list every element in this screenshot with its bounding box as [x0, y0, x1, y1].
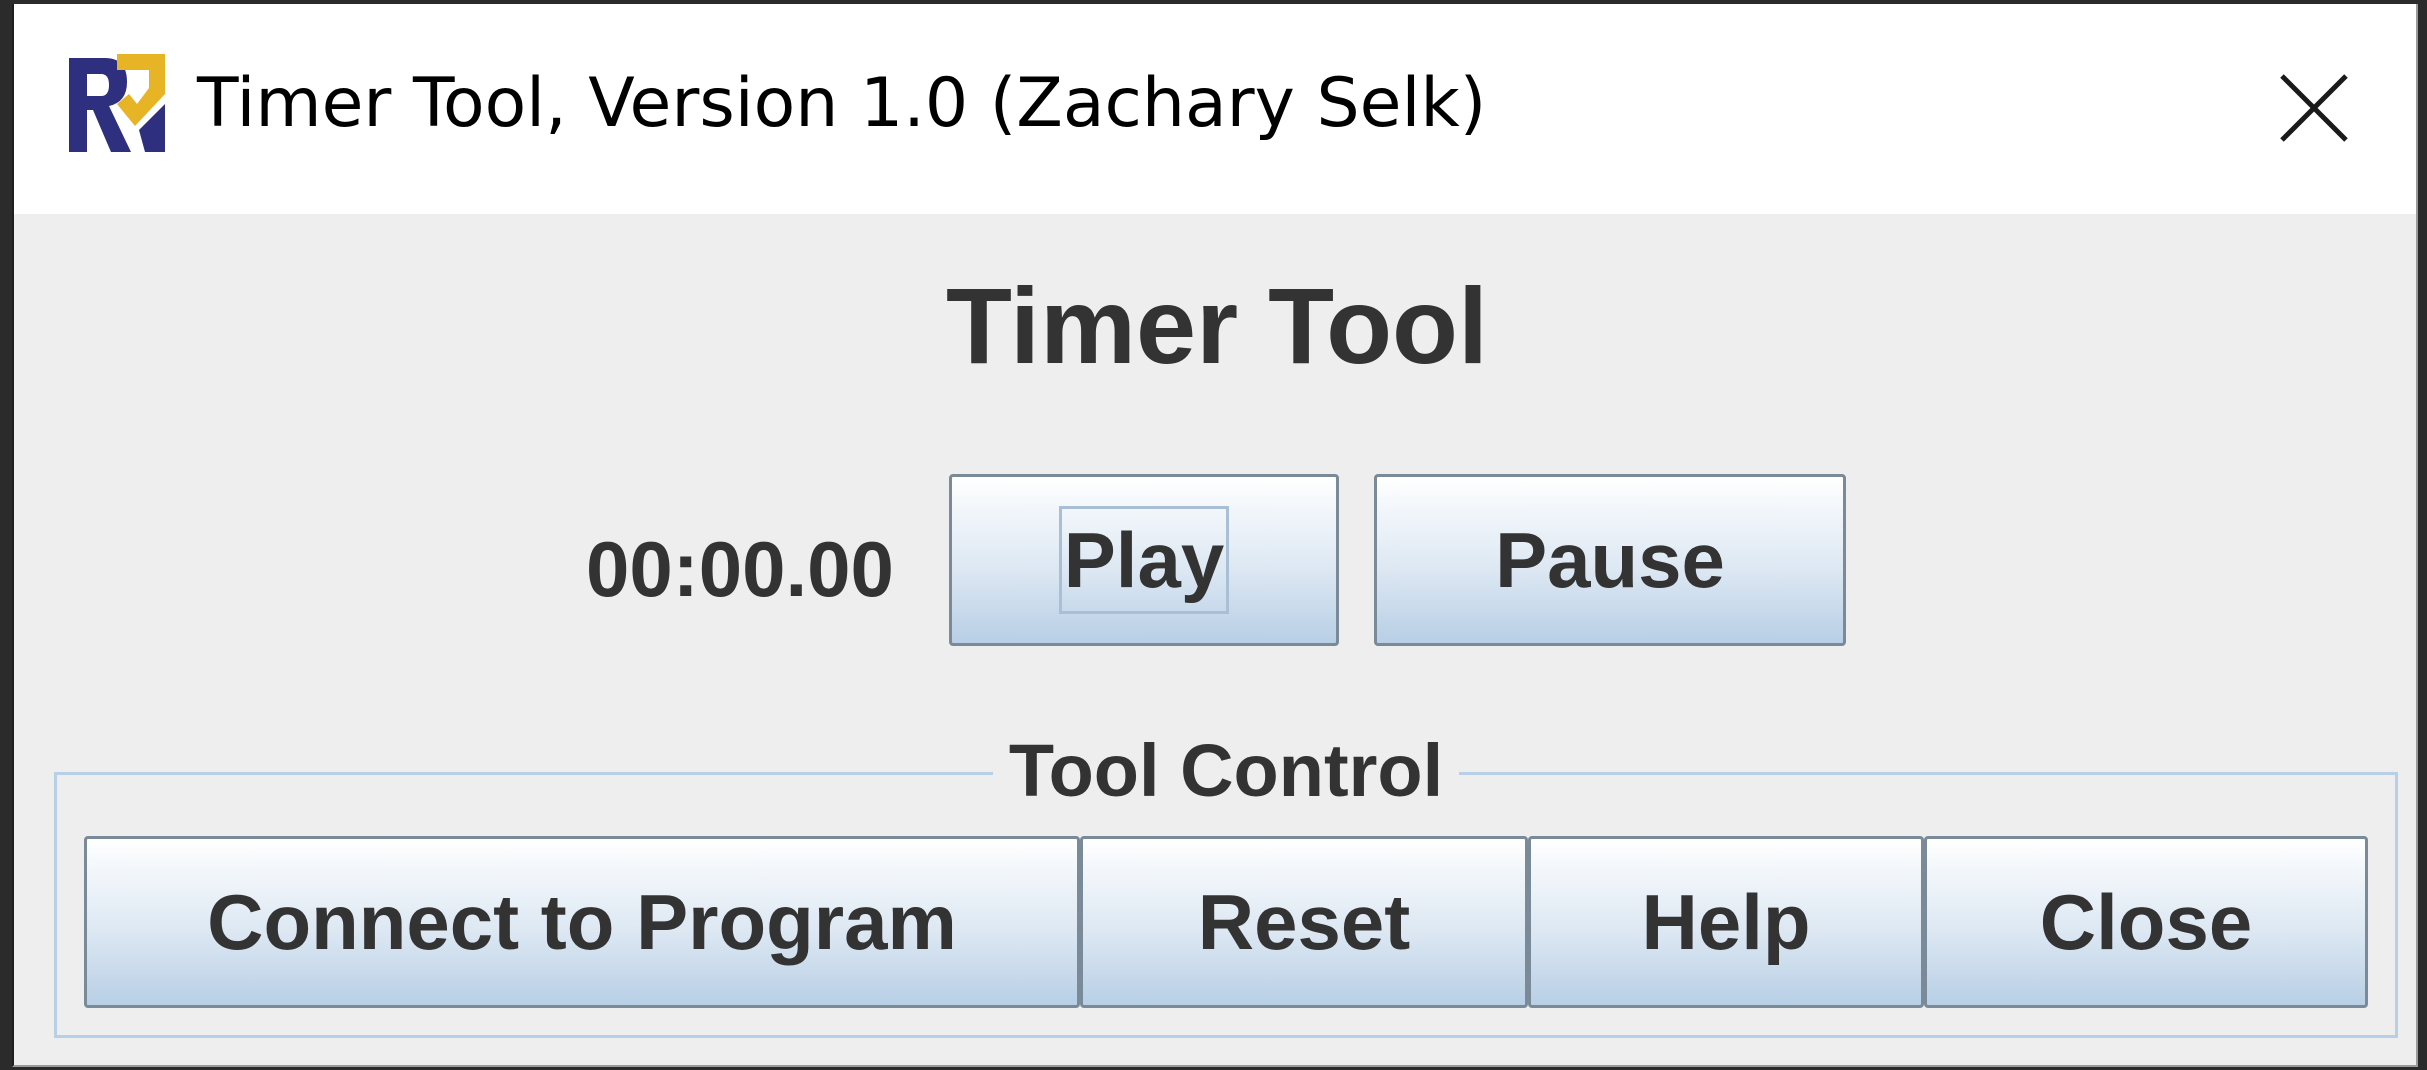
timer-readout: 00:00.00 [586, 525, 894, 613]
connect-to-program-button[interactable]: Connect to Program [84, 836, 1080, 1008]
window-title: Timer Tool, Version 1.0 (Zachary Selk) [197, 64, 1487, 143]
play-button[interactable]: Play [949, 474, 1339, 646]
close-button[interactable]: Close [1924, 836, 2368, 1008]
title-bar[interactable]: Timer Tool, Version 1.0 (Zachary Selk) [14, 4, 2416, 214]
pause-button[interactable]: Pause [1374, 474, 1846, 646]
reset-button[interactable]: Reset [1080, 836, 1528, 1008]
main-panel: Timer Tool 00:00.00 Play Pause Tool Cont… [14, 214, 2416, 1065]
help-button-label: Help [1641, 877, 1811, 966]
app-logo-icon [69, 54, 165, 152]
help-button[interactable]: Help [1528, 836, 1924, 1008]
tool-control-title: Tool Control [992, 729, 1460, 813]
timer-tool-window: Timer Tool, Version 1.0 (Zachary Selk) T… [12, 4, 2418, 1067]
pause-button-label: Pause [1495, 515, 1725, 604]
connect-button-label: Connect to Program [207, 877, 957, 966]
close-icon[interactable] [2276, 70, 2352, 146]
play-button-label: Play [1058, 506, 1230, 614]
reset-button-label: Reset [1197, 877, 1411, 966]
close-button-label: Close [2039, 877, 2253, 966]
page-title: Timer Tool [945, 265, 1489, 386]
